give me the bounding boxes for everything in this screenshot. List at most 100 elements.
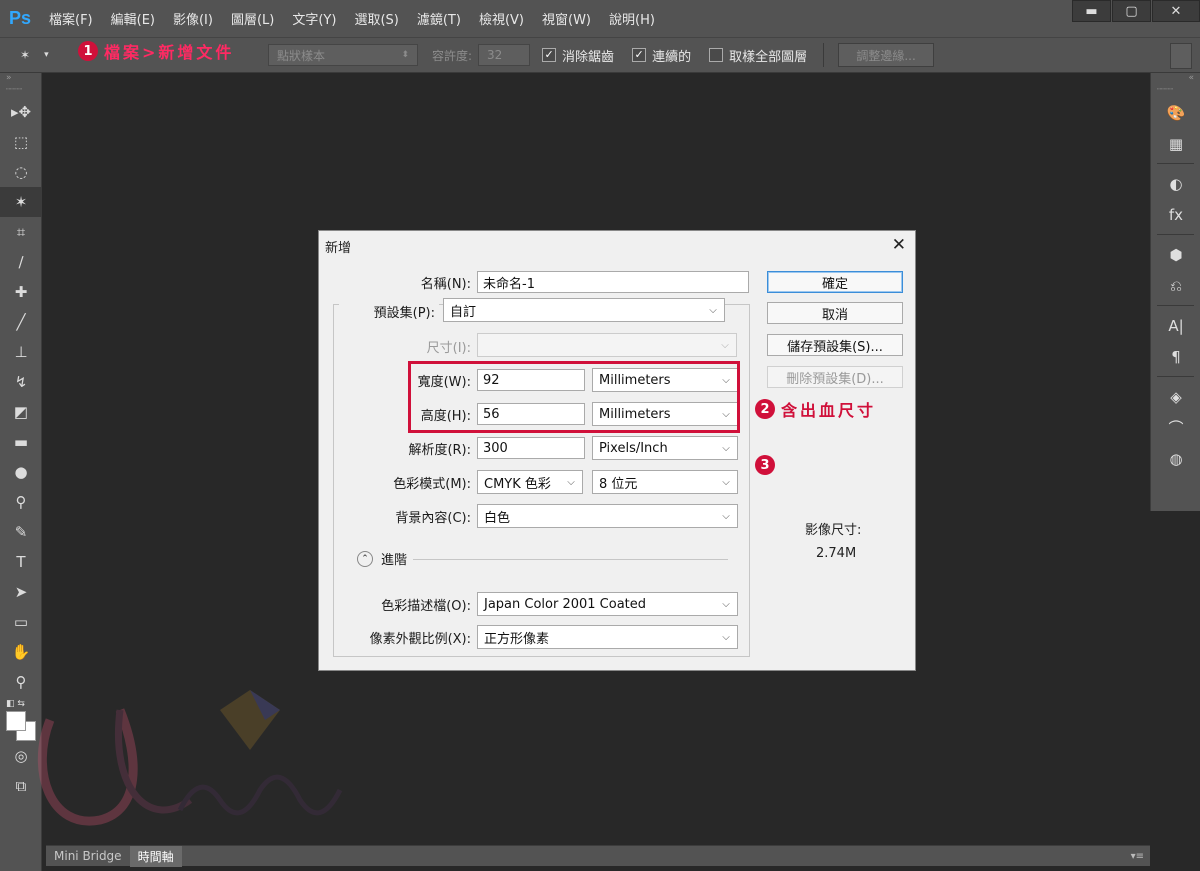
healing-brush-tool-icon[interactable]: ✚: [0, 277, 42, 307]
eyedropper-tool-icon[interactable]: ∕: [0, 247, 42, 277]
antialias-checkbox[interactable]: ✓ 消除鋸齒: [542, 46, 614, 65]
eraser-tool-icon[interactable]: ◩: [0, 397, 42, 427]
panels-strip: « ┈┈┈ 🎨 ▦ ◐ fx ⬢ ⎌ A| ¶ ◈ ⌒ ◍: [1150, 73, 1200, 511]
hand-tool-icon[interactable]: ✋: [0, 637, 42, 667]
step1-number: 1: [78, 41, 98, 61]
tab-timeline[interactable]: 時間軸: [129, 845, 182, 867]
menu-item[interactable]: 選取(S): [345, 9, 407, 28]
menu-item[interactable]: 檔案(F): [40, 9, 102, 28]
bottom-panel-tabs: Mini Bridge 時間軸 ▾≡: [46, 845, 1150, 867]
save-preset-button[interactable]: 儲存預設集(S)...: [767, 334, 903, 356]
color-panel-icon[interactable]: 🎨: [1151, 97, 1200, 128]
gradient-tool-icon[interactable]: ▬: [0, 427, 42, 457]
bit-depth-select[interactable]: 8 位元 ⌵: [592, 470, 738, 494]
paths-panel-icon[interactable]: ⌒: [1151, 412, 1200, 443]
menu-item[interactable]: 濾鏡(T): [408, 9, 470, 28]
resolution-input[interactable]: 300: [477, 437, 585, 459]
move-tool-icon[interactable]: ▸✥: [0, 97, 42, 127]
magic-wand-icon: ✶: [20, 48, 31, 62]
background-select[interactable]: 白色 ⌵: [477, 504, 738, 528]
type-tool-icon[interactable]: T: [0, 547, 42, 577]
adjustments-panel-icon[interactable]: ◐: [1151, 168, 1200, 199]
menu-item[interactable]: 圖層(L): [222, 9, 283, 28]
brush-tool-icon[interactable]: ╱: [0, 307, 42, 337]
menu-items: 檔案(F) 編輯(E) 影像(I) 圖層(L) 文字(Y) 選取(S) 濾鏡(T) 檢視(V)…: [40, 9, 664, 28]
color-profile-value: Japan Color 2001 Coated: [484, 596, 647, 612]
sample-all-layers-checkbox[interactable]: 取樣全部圖層: [709, 46, 807, 65]
color-profile-select[interactable]: Japan Color 2001 Coated ⌵: [477, 592, 738, 616]
pixel-aspect-label: 像素外觀比例(X):: [369, 632, 471, 647]
tolerance-label: 容許度:: [432, 48, 473, 63]
3d-panel-icon[interactable]: ⬢: [1151, 239, 1200, 270]
contiguous-checkbox[interactable]: ✓ 連續的: [632, 46, 691, 65]
name-label: 名稱(N):: [420, 277, 471, 292]
sample-size-value: 點狀樣本: [277, 48, 326, 63]
chevron-down-icon: ⌵: [722, 442, 730, 454]
paragraph-panel-icon[interactable]: ¶: [1151, 341, 1200, 372]
crop-tool-icon[interactable]: ⌗: [0, 217, 42, 247]
character-panel-icon[interactable]: A|: [1151, 310, 1200, 341]
tolerance-input[interactable]: 32: [478, 44, 531, 66]
resolution-unit-select[interactable]: Pixels/Inch ⌵: [592, 436, 738, 460]
rectangle-tool-icon[interactable]: ▭: [0, 607, 42, 637]
cancel-button[interactable]: 取消: [767, 302, 903, 324]
step2-number: 2: [755, 399, 775, 419]
tolerance-value: 32: [487, 48, 503, 62]
advanced-toggle[interactable]: ⌃ 進階: [357, 549, 407, 568]
refine-edge-button[interactable]: 調整邊緣...: [838, 43, 935, 67]
minimize-button[interactable]: ▬: [1072, 0, 1111, 22]
name-input[interactable]: 未命名-1: [477, 271, 749, 293]
panel-grip[interactable]: ┈┈┈: [1151, 85, 1200, 97]
pixel-aspect-select[interactable]: 正方形像素 ⌵: [477, 625, 738, 649]
dialog-title: 新增: [325, 241, 352, 256]
menu-item[interactable]: 視窗(W): [533, 9, 600, 28]
delete-preset-button[interactable]: 刪除預設集(D)...: [767, 366, 903, 388]
color-mode-select[interactable]: CMYK 色彩 ⌵: [477, 470, 583, 494]
collapse-icon[interactable]: »: [0, 73, 41, 85]
tool-preset-picker[interactable]: ✶ ▾: [0, 40, 68, 70]
channels-panel-icon[interactable]: ◍: [1151, 443, 1200, 474]
path-selection-tool-icon[interactable]: ➤: [0, 577, 42, 607]
magic-wand-tool-icon[interactable]: ✶: [0, 187, 42, 217]
pen-tool-icon[interactable]: ✎: [0, 517, 42, 547]
tab-mini-bridge[interactable]: Mini Bridge: [46, 846, 130, 867]
history-panel-icon[interactable]: ⎌: [1151, 270, 1200, 301]
menu-item[interactable]: 檢視(V): [470, 9, 533, 28]
panel-grip[interactable]: ┈┈┈: [0, 85, 41, 97]
image-size-label: 影像尺寸:: [805, 523, 862, 538]
menu-item[interactable]: 影像(I): [164, 9, 222, 28]
chevron-down-icon: ⌵: [721, 339, 729, 351]
panel-menu-icon[interactable]: ▾≡: [1131, 851, 1144, 862]
blur-tool-icon[interactable]: ●: [0, 457, 42, 487]
history-brush-tool-icon[interactable]: ↯: [0, 367, 42, 397]
lasso-tool-icon[interactable]: ◌: [0, 157, 42, 187]
marquee-tool-icon[interactable]: ⬚: [0, 127, 42, 157]
styles-panel-icon[interactable]: fx: [1151, 199, 1200, 230]
resolution-label: 解析度(R):: [408, 443, 471, 458]
menu-item[interactable]: 說明(H): [600, 9, 664, 28]
size-select[interactable]: ⌵: [477, 333, 737, 357]
layers-panel-icon[interactable]: ◈: [1151, 381, 1200, 412]
ok-button[interactable]: 確定: [767, 271, 903, 293]
collapse-icon[interactable]: «: [1151, 73, 1200, 85]
menu-bar: Ps 檔案(F) 編輯(E) 影像(I) 圖層(L) 文字(Y) 選取(S) 濾鏡(T) 檢視…: [0, 0, 1200, 37]
workspace-switcher[interactable]: [1170, 43, 1192, 69]
divider: [1157, 305, 1194, 306]
divider: [1157, 376, 1194, 377]
divider: [413, 559, 728, 560]
maximize-button[interactable]: ▢: [1112, 0, 1151, 22]
step1-text: 檔案>新增文件: [104, 43, 235, 62]
sample-size-select[interactable]: 點狀樣本 ⬍: [268, 44, 418, 66]
swatches-panel-icon[interactable]: ▦: [1151, 128, 1200, 159]
menu-item[interactable]: 文字(Y): [283, 9, 345, 28]
chevron-down-icon: ⌵: [567, 476, 575, 488]
resolution-unit-value: Pixels/Inch: [599, 440, 668, 456]
color-mode-value: CMYK 色彩: [484, 476, 551, 492]
bit-depth-value: 8 位元: [599, 476, 638, 492]
clone-stamp-tool-icon[interactable]: ⊥: [0, 337, 42, 367]
close-window-button[interactable]: ✕: [1152, 0, 1200, 22]
close-icon[interactable]: ✕: [892, 235, 906, 255]
menu-item[interactable]: 編輯(E): [102, 9, 164, 28]
preset-select[interactable]: 自訂 ⌵: [443, 298, 725, 322]
dodge-tool-icon[interactable]: ⚲: [0, 487, 42, 517]
